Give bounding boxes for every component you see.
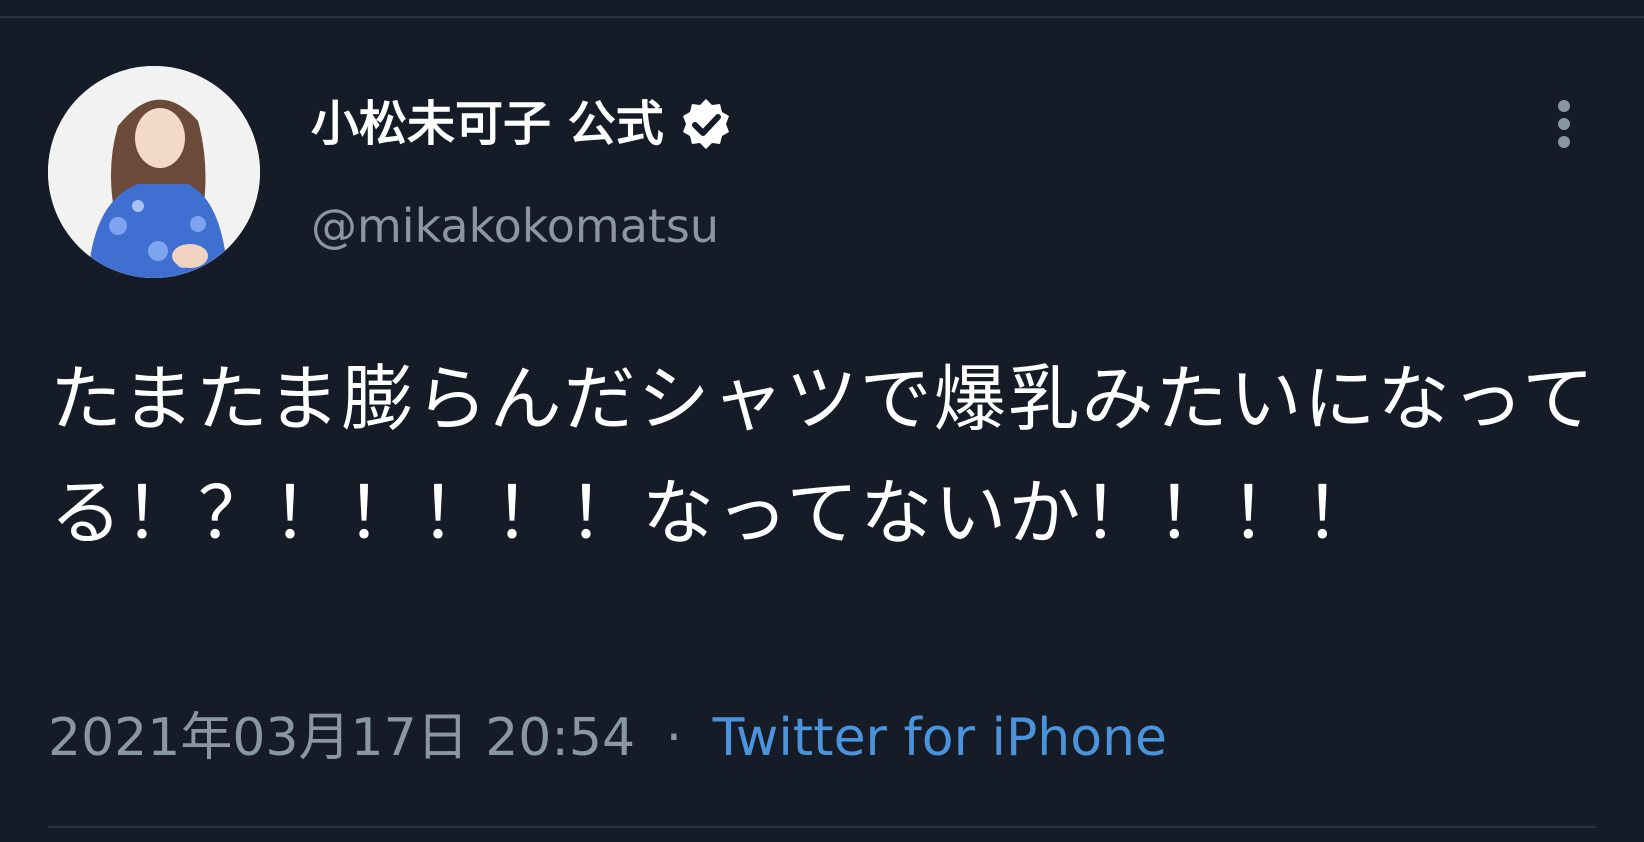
- avatar-photo: [48, 66, 260, 278]
- display-name-text: 小松未可子 公式: [311, 96, 664, 152]
- tweet-timestamp[interactable]: 2021年03月17日 20:54: [48, 708, 635, 768]
- bottom-divider: [48, 826, 1596, 828]
- tweet-text: たまたま膨らんだシャツで爆乳みたいになってる！？！！！！！なってないか！！！！: [50, 357, 1597, 555]
- tweet-meta: 2021年03月17日 20:54 · Twitter for iPhone: [48, 706, 1167, 770]
- display-name[interactable]: 小松未可子 公式: [311, 94, 734, 154]
- avatar[interactable]: [48, 66, 260, 278]
- meta-separator: ·: [665, 708, 683, 768]
- top-divider: [0, 16, 1644, 18]
- tweet-source-link[interactable]: Twitter for iPhone: [713, 708, 1167, 768]
- tweet-detail-view: 小松未可子 公式 @mikakokomatsu たまたま膨らんだシャツで爆乳みた…: [0, 0, 1644, 842]
- more-vertical-icon[interactable]: [1546, 98, 1582, 160]
- user-handle[interactable]: @mikakokomatsu: [311, 196, 719, 256]
- verified-badge-icon: [678, 96, 734, 152]
